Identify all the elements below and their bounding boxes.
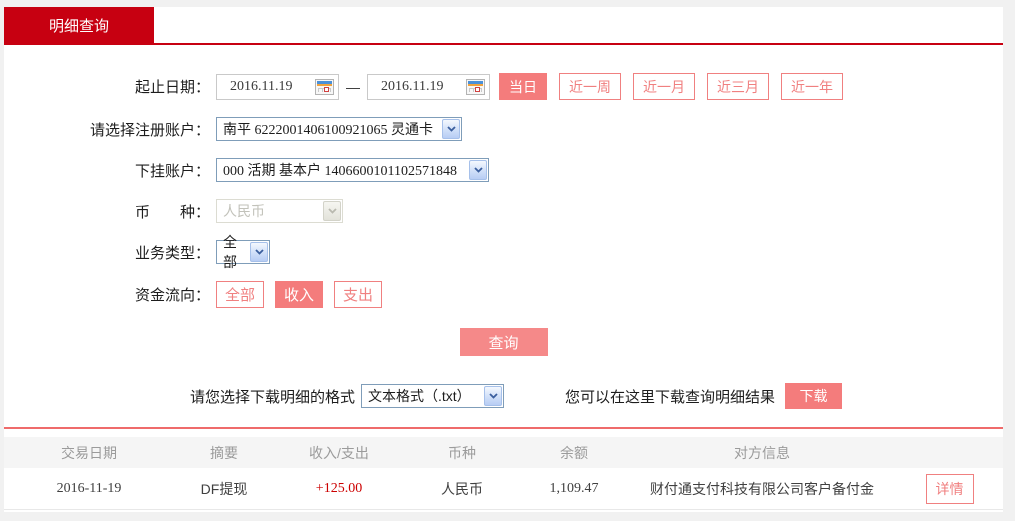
business-type-row: 业务类型： 全部 [4,240,1003,264]
fund-flow-label: 资金流向： [4,284,216,305]
header-counterparty: 对方信息 [628,443,896,463]
currency-select: 人民币 [216,199,343,223]
business-type-value: 全部 [223,232,245,272]
download-format-value: 文本格式（.txt） [368,386,471,406]
tab-label: 明细查询 [49,15,109,36]
end-date-input[interactable]: 2016.11.19 [367,74,490,100]
sub-account-value: 000 活期 基本户 1406600101102571848 [223,160,457,180]
currency-label: 币 种： [4,201,216,222]
calendar-day-marker [475,87,480,92]
start-date-input[interactable]: 2016.11.19 [216,74,339,100]
sub-account-label: 下挂账户： [4,160,216,181]
sub-account-select[interactable]: 000 活期 基本户 1406600101102571848 [216,158,489,182]
chevron-down-icon [484,386,502,406]
cell-currency: 人民币 [404,479,520,499]
start-date-value: 2016.11.19 [230,79,292,95]
detail-button[interactable]: 详情 [926,474,974,504]
query-button[interactable]: 查询 [460,328,548,356]
calendar-day-marker [324,87,329,92]
cell-counterparty: 财付通支付科技有限公司客户备付金 [628,479,896,499]
download-hint: 您可以在这里下载查询明细结果 [565,386,775,407]
table-header-row: 交易日期 摘要 收入/支出 币种 余额 对方信息 [4,437,1003,468]
cell-balance: 1,109.47 [520,481,628,497]
calendar-icon[interactable] [466,79,485,95]
chevron-down-icon [442,119,460,139]
date-range-row: 起止日期： 2016.11.19 — 2016.11.19 当日 近一周 近一月… [4,73,1003,100]
range-month-button[interactable]: 近一月 [633,73,695,100]
header-trade-date: 交易日期 [4,443,174,463]
cell-trade-date: 2016-11-19 [4,481,174,497]
fund-flow-income-button[interactable]: 收入 [275,281,323,308]
chevron-down-icon [250,242,268,262]
fund-flow-expense-button[interactable]: 支出 [334,281,382,308]
date-range-label: 起止日期： [4,76,216,97]
fund-flow-row: 资金流向： 全部 收入 支出 [4,281,1003,308]
date-separator: — [346,79,360,95]
register-account-row: 请选择注册账户： 南平 6222001406100921065 灵通卡 [4,117,1003,141]
table-row: 2016-11-19 DF提现 +125.00 人民币 1,109.47 财付通… [4,468,1003,510]
cell-action: 详情 [896,474,1003,504]
header-currency: 币种 [404,443,520,463]
query-form: 起止日期： 2016.11.19 — 2016.11.19 当日 近一周 近一月… [4,45,1003,409]
range-week-button[interactable]: 近一周 [559,73,621,100]
chevron-down-icon [469,160,487,180]
range-year-button[interactable]: 近一年 [781,73,843,100]
calendar-icon[interactable] [315,79,334,95]
register-account-label: 请选择注册账户： [4,119,216,140]
download-row: 请您选择下载明细的格式 文本格式（.txt） 您可以在这里下载查询明细结果 下载 [4,383,1003,409]
register-account-value: 南平 6222001406100921065 灵通卡 [223,119,433,139]
business-type-label: 业务类型： [4,242,216,263]
end-date-value: 2016.11.19 [381,79,443,95]
download-format-label: 请您选择下载明细的格式 [190,386,355,407]
range-today-button[interactable]: 当日 [499,73,547,100]
download-button[interactable]: 下载 [785,383,842,409]
currency-row: 币 种： 人民币 [4,199,1003,223]
query-button-row: 查询 [4,328,1003,356]
header-summary: 摘要 [174,443,274,463]
cell-amount: +125.00 [274,481,404,497]
tab-detail-query[interactable]: 明细查询 [4,7,154,43]
detail-query-panel: 明细查询 起止日期： 2016.11.19 — 2016.11.19 当日 近一… [4,7,1003,512]
header-income-expense: 收入/支出 [274,443,404,463]
results-table: 交易日期 摘要 收入/支出 币种 余额 对方信息 2016-11-19 DF提现… [4,427,1003,510]
download-format-select[interactable]: 文本格式（.txt） [361,384,504,408]
fund-flow-all-button[interactable]: 全部 [216,281,264,308]
header-balance: 余额 [520,443,628,463]
table-top-line [4,427,1003,429]
sub-account-row: 下挂账户： 000 活期 基本户 1406600101102571848 [4,158,1003,182]
range-quarter-button[interactable]: 近三月 [707,73,769,100]
cell-summary: DF提现 [174,479,274,499]
register-account-select[interactable]: 南平 6222001406100921065 灵通卡 [216,117,462,141]
business-type-select[interactable]: 全部 [216,240,270,264]
chevron-down-icon [323,201,341,221]
currency-value: 人民币 [223,201,265,221]
